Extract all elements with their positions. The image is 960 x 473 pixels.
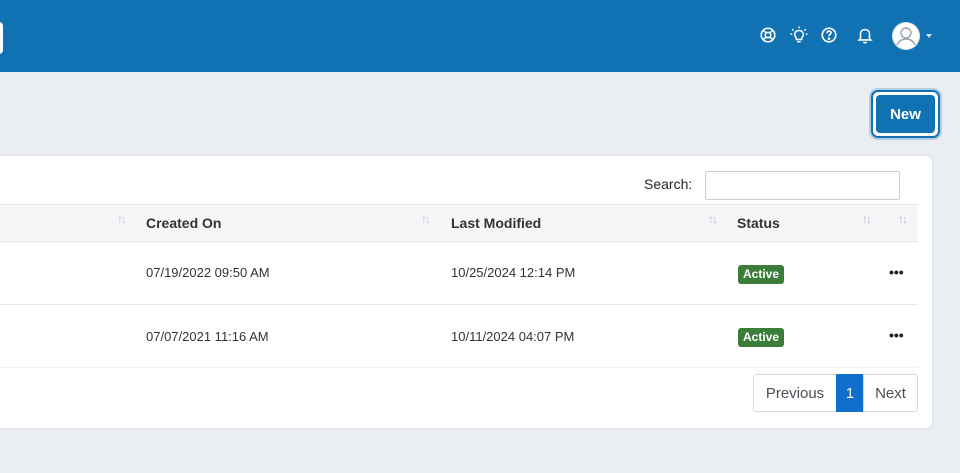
row-divider: [0, 367, 918, 368]
new-button-focus-ring: New: [871, 90, 940, 138]
sort-icon[interactable]: ↑↓: [898, 212, 908, 226]
search-label: Search:: [644, 176, 693, 192]
sort-icon[interactable]: ↑↓: [862, 212, 872, 226]
lightbulb-icon[interactable]: [789, 25, 809, 45]
column-header-last-modified[interactable]: Last Modified: [451, 215, 541, 231]
sort-icon[interactable]: ↑↓: [708, 212, 718, 226]
pagination-previous[interactable]: Previous: [753, 374, 837, 412]
user-avatar-icon[interactable]: [892, 22, 920, 50]
help-icon[interactable]: [819, 25, 839, 45]
last-modified-cell: 10/25/2024 12:14 PM: [451, 265, 576, 280]
global-search-box[interactable]: [0, 22, 3, 54]
column-header-status[interactable]: Status: [737, 215, 780, 231]
status-badge: Active: [738, 328, 785, 347]
search-input[interactable]: [705, 171, 900, 200]
row-actions-icon[interactable]: •••: [889, 265, 904, 279]
created-on-cell: 07/19/2022 09:50 AM: [146, 265, 270, 280]
row-actions-icon[interactable]: •••: [889, 328, 904, 342]
status-badge: Active: [738, 265, 785, 284]
lifebuoy-icon[interactable]: [758, 25, 778, 45]
sort-icon[interactable]: ↑↓: [421, 212, 431, 226]
last-modified-cell: 10/11/2024 04:07 PM: [451, 329, 575, 344]
new-button[interactable]: New: [876, 95, 935, 133]
bell-icon[interactable]: [855, 25, 875, 45]
pagination-next[interactable]: Next: [863, 374, 918, 412]
top-navbar: [0, 0, 960, 72]
pagination-page-1[interactable]: 1: [836, 374, 864, 412]
chevron-down-icon[interactable]: [926, 34, 932, 38]
sort-icon[interactable]: ↑↓: [117, 212, 127, 226]
column-header-created-on[interactable]: Created On: [146, 215, 221, 231]
created-on-cell: 07/07/2021 11:16 AM: [146, 329, 269, 344]
